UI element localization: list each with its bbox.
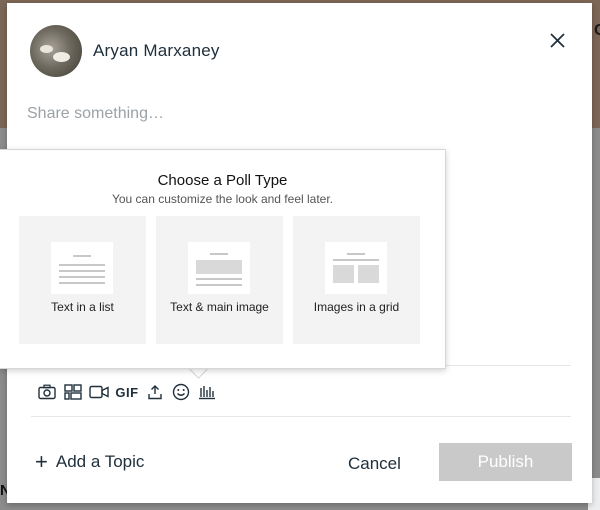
publish-button[interactable]: Publish — [439, 443, 572, 481]
close-icon — [550, 33, 565, 48]
poll-type-text-list[interactable]: Text in a list — [19, 216, 146, 344]
divider — [31, 416, 571, 417]
thumb-line — [210, 253, 228, 255]
avatar-shape — [40, 45, 53, 53]
thumb-image-block — [196, 260, 242, 274]
popover-title: Choose a Poll Type — [157, 172, 288, 189]
poll-type-text-main-image[interactable]: Text & main image — [156, 216, 283, 344]
media-toolbar: GIF — [37, 381, 217, 403]
upload-icon — [148, 385, 162, 400]
text-list-thumbnail — [51, 242, 113, 294]
user-name: Aryan Marxaney — [93, 41, 220, 60]
thumb-line — [73, 255, 91, 257]
text-main-image-thumbnail — [188, 242, 250, 294]
avatar-shape — [53, 52, 70, 62]
thumb-line — [196, 278, 242, 280]
add-photo-button[interactable] — [37, 382, 57, 402]
share-input[interactable] — [27, 101, 447, 127]
thumb-line — [333, 259, 379, 261]
thumb-line — [59, 282, 105, 284]
poll-type-label: Images in a grid — [313, 300, 400, 314]
emoji-icon — [172, 383, 190, 401]
close-button[interactable] — [547, 30, 569, 52]
cancel-button[interactable]: Cancel — [348, 454, 401, 474]
thumb-line — [59, 276, 105, 278]
gallery-icon — [64, 384, 82, 400]
thumb-line — [59, 264, 105, 266]
add-gallery-button[interactable] — [63, 382, 83, 402]
avatar — [30, 25, 82, 77]
gif-icon: GIF — [115, 384, 139, 400]
thumb-line — [59, 270, 105, 272]
add-gif-button[interactable]: GIF — [115, 382, 139, 402]
thumb-line — [347, 253, 365, 255]
poll-type-images-grid[interactable]: Images in a grid — [293, 216, 420, 344]
thumb-line — [196, 284, 242, 286]
add-poll-button[interactable] — [197, 382, 217, 402]
poll-icon — [199, 386, 215, 400]
add-topic-label: Add a Topic — [55, 452, 145, 471]
images-grid-thumbnail — [325, 242, 387, 294]
camera-icon — [38, 384, 56, 400]
plus-icon: + — [35, 449, 48, 474]
poll-type-label: Text in a list — [51, 300, 114, 314]
video-icon — [89, 385, 109, 399]
upload-file-button[interactable] — [145, 382, 165, 402]
add-topic-button[interactable]: + Add a Topic — [35, 449, 145, 474]
add-emoji-button[interactable] — [171, 382, 191, 402]
add-video-button[interactable] — [89, 382, 109, 402]
poll-type-popover: Choose a Poll Type You can customize the… — [0, 149, 446, 369]
thumb-image-block — [358, 265, 379, 283]
popover-subtitle: You can customize the look and feel late… — [111, 192, 334, 206]
thumb-image-block — [333, 265, 354, 283]
background-corner-text: C — [594, 22, 600, 39]
poll-type-label: Text & main image — [170, 300, 269, 314]
